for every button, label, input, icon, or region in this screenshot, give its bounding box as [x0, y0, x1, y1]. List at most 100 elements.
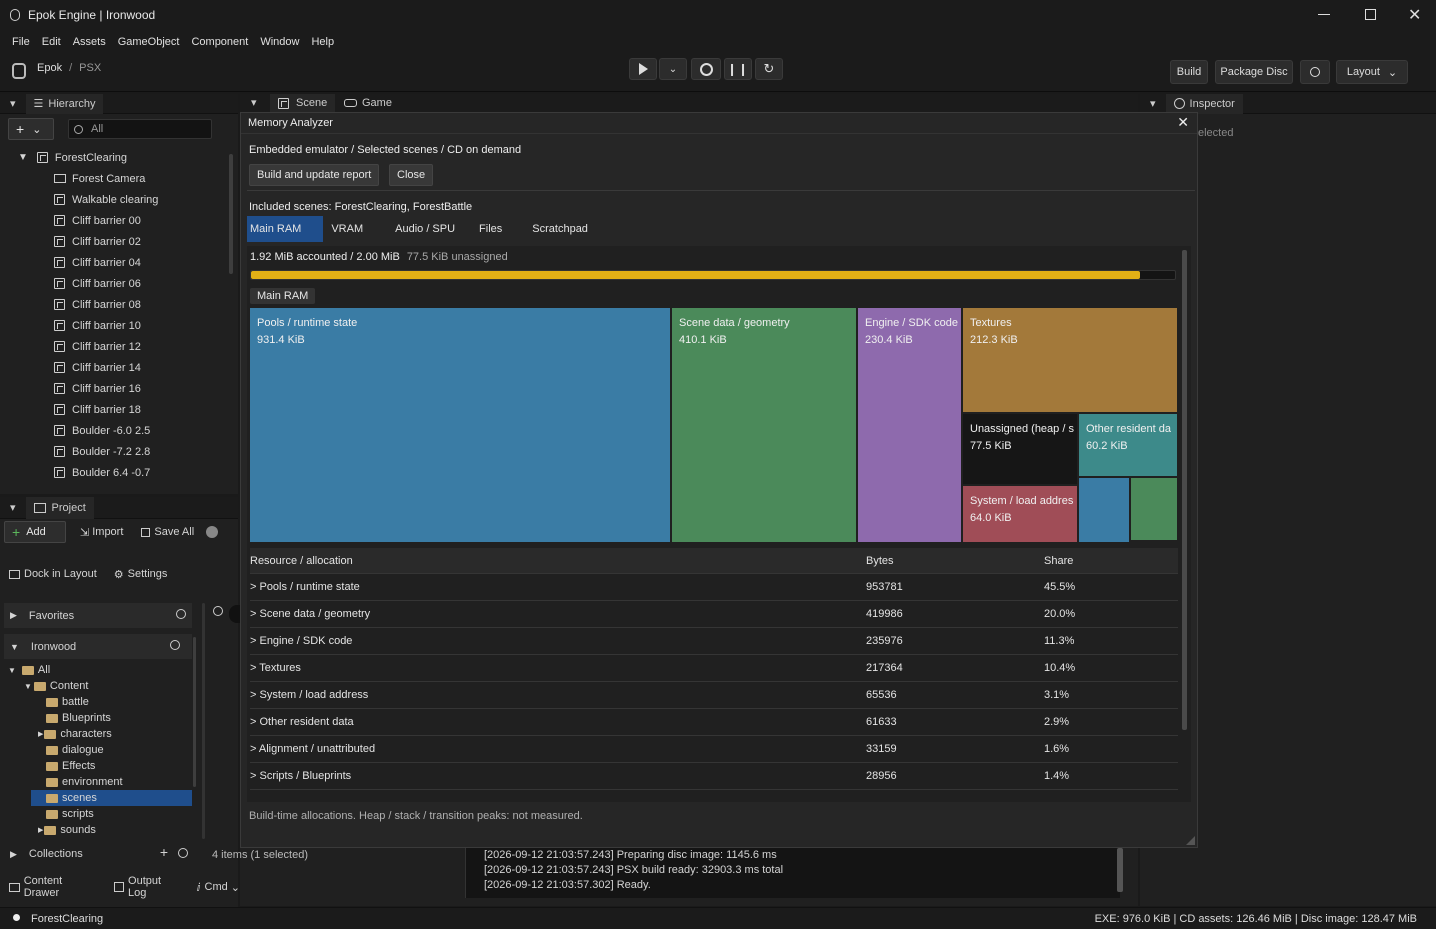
- pause-button[interactable]: ❙❙: [724, 58, 752, 80]
- menu-gameobject[interactable]: GameObject: [118, 36, 180, 48]
- hierarchy-scrollbar[interactable]: [229, 154, 233, 274]
- add-circle-icon[interactable]: [206, 526, 219, 538]
- tree-item-folder[interactable]: battle: [8, 694, 192, 710]
- step-button[interactable]: ↻: [755, 58, 783, 80]
- add-asset-button[interactable]: + Add: [4, 521, 66, 543]
- package-disc-button[interactable]: Package Disc: [1215, 60, 1293, 84]
- tree-item-folder-selected[interactable]: scenes: [31, 790, 192, 806]
- tab-hierarchy[interactable]: ☰ Hierarchy: [25, 93, 104, 114]
- resize-grip-icon[interactable]: [1186, 836, 1195, 845]
- tree-item-folder[interactable]: environment: [8, 774, 192, 790]
- collections-header[interactable]: ▶ Collections +: [4, 842, 198, 866]
- build-update-report-button[interactable]: Build and update report: [249, 164, 380, 186]
- favorites-header[interactable]: ▶ Favorites: [4, 603, 192, 628]
- panel-menu-icon[interactable]: ▾: [1150, 97, 1156, 110]
- cmd-dropdown[interactable]: ⅈ Cmd ⌄: [197, 881, 240, 894]
- content-area-search[interactable]: [205, 603, 241, 627]
- hierarchy-item[interactable]: Cliff barrier 00: [54, 210, 238, 231]
- column-header-share[interactable]: Share: [1044, 555, 1164, 567]
- hierarchy-item[interactable]: Cliff barrier 12: [54, 336, 238, 357]
- tree-item-folder[interactable]: ▶ characters: [8, 726, 192, 742]
- tab-main-ram[interactable]: Main RAM: [247, 216, 324, 242]
- panel-menu-icon[interactable]: ▾: [10, 501, 16, 514]
- output-log-button[interactable]: Output Log: [114, 875, 180, 899]
- tree-item-folder[interactable]: Blueprints: [8, 710, 192, 726]
- hierarchy-item[interactable]: Cliff barrier 08: [54, 294, 238, 315]
- content-drawer-button[interactable]: Content Drawer: [9, 875, 98, 899]
- hierarchy-item[interactable]: Cliff barrier 14: [54, 357, 238, 378]
- tree-item-folder[interactable]: Effects: [8, 758, 192, 774]
- treemap-cell-textures[interactable]: Textures 212.3 KiB: [963, 308, 1179, 414]
- hierarchy-item[interactable]: Forest Camera: [54, 168, 238, 189]
- table-row[interactable]: > Pools / runtime state 953781 45.5%: [250, 574, 1178, 601]
- table-row[interactable]: > Alignment / unattributed 33159 1.6%: [250, 736, 1178, 763]
- tab-game[interactable]: Game: [336, 94, 400, 112]
- treemap-cell-unassigned[interactable]: Unassigned (heap / s 77.5 KiB: [963, 414, 1079, 486]
- minimize-button[interactable]: [1318, 14, 1330, 15]
- hierarchy-search[interactable]: All: [68, 119, 212, 139]
- tab-files[interactable]: Files: [473, 216, 508, 242]
- hierarchy-root[interactable]: ▼ ForestClearing: [18, 147, 238, 168]
- hierarchy-item[interactable]: Walkable clearing: [54, 189, 238, 210]
- tab-vram[interactable]: VRAM: [325, 216, 369, 242]
- menu-assets[interactable]: Assets: [73, 36, 106, 48]
- maximize-button[interactable]: [1365, 9, 1376, 20]
- treemap-cell-small-a[interactable]: [1079, 478, 1131, 544]
- settings-button[interactable]: ⚙ Settings: [114, 568, 168, 581]
- hierarchy-item[interactable]: Cliff barrier 10: [54, 315, 238, 336]
- search-icon[interactable]: [170, 640, 180, 650]
- menu-component[interactable]: Component: [191, 36, 248, 48]
- panel-menu-icon[interactable]: ▾: [10, 97, 16, 110]
- memory-content-scrollbar[interactable]: [1182, 250, 1187, 730]
- table-row[interactable]: > Textures 217364 10.4%: [250, 655, 1178, 682]
- import-button[interactable]: ⇲ Import: [80, 526, 123, 539]
- treemap-cell-scene-data[interactable]: Scene data / geometry 410.1 KiB: [672, 308, 858, 544]
- project-tree-scrollbar[interactable]: [193, 637, 196, 787]
- ironwood-header[interactable]: ▼ Ironwood: [4, 634, 192, 659]
- hierarchy-item[interactable]: Cliff barrier 06: [54, 273, 238, 294]
- tab-project[interactable]: Project: [25, 496, 94, 519]
- profile-button[interactable]: [691, 58, 721, 80]
- hierarchy-item[interactable]: Cliff barrier 16: [54, 378, 238, 399]
- log-scrollbar[interactable]: [1117, 848, 1123, 892]
- treemap-cell-small-b[interactable]: [1131, 478, 1179, 542]
- menu-window[interactable]: Window: [260, 36, 299, 48]
- tree-item-folder[interactable]: ▶ sounds: [8, 822, 192, 838]
- play-button[interactable]: [629, 58, 657, 80]
- treemap-cell-system[interactable]: System / load addres 64.0 KiB: [963, 486, 1079, 544]
- table-row[interactable]: > System / load address 65536 3.1%: [250, 682, 1178, 709]
- treemap-cell-engine[interactable]: Engine / SDK code 230.4 KiB: [858, 308, 963, 544]
- menu-file[interactable]: File: [12, 36, 30, 48]
- close-window-button[interactable]: ✕: [1408, 5, 1421, 25]
- column-header-resource[interactable]: Resource / allocation: [250, 555, 866, 567]
- hierarchy-item[interactable]: Cliff barrier 18: [54, 399, 238, 420]
- tree-item-all[interactable]: ▼ All: [8, 662, 192, 678]
- play-options-button[interactable]: ⌄: [659, 58, 687, 80]
- search-icon[interactable]: [176, 609, 186, 619]
- save-all-button[interactable]: Save All: [141, 526, 194, 538]
- tab-scene[interactable]: Scene: [270, 94, 336, 112]
- table-row[interactable]: > Engine / SDK code 235976 11.3%: [250, 628, 1178, 655]
- tab-inspector[interactable]: Inspector: [1165, 93, 1243, 114]
- column-header-bytes[interactable]: Bytes: [866, 555, 1044, 567]
- plus-icon[interactable]: +: [160, 844, 168, 860]
- breadcrumb-leaf[interactable]: PSX: [79, 62, 101, 74]
- tree-item-folder[interactable]: dialogue: [8, 742, 192, 758]
- tree-item-folder[interactable]: scripts: [8, 806, 192, 822]
- panel-menu-icon[interactable]: ▾: [251, 96, 257, 109]
- hierarchy-item[interactable]: Cliff barrier 04: [54, 252, 238, 273]
- build-button[interactable]: Build: [1170, 60, 1208, 84]
- hierarchy-item[interactable]: Cliff barrier 02: [54, 231, 238, 252]
- treemap-cell-pools[interactable]: Pools / runtime state 931.4 KiB: [250, 308, 672, 544]
- close-dialog-button[interactable]: ✕: [1177, 114, 1189, 131]
- hierarchy-item[interactable]: Boulder -6.0 2.5: [54, 420, 238, 441]
- hierarchy-item[interactable]: Boulder -7.2 2.8: [54, 441, 238, 462]
- table-row[interactable]: > Scene data / geometry 419986 20.0%: [250, 601, 1178, 628]
- tab-scratchpad[interactable]: Scratchpad: [526, 216, 594, 242]
- layout-dropdown[interactable]: Layout ⌄: [1336, 60, 1408, 84]
- treemap-cell-other-resident[interactable]: Other resident da 60.2 KiB: [1079, 414, 1179, 478]
- menu-edit[interactable]: Edit: [42, 36, 61, 48]
- tab-audio-spu[interactable]: Audio / SPU: [389, 216, 461, 242]
- menu-help[interactable]: Help: [311, 36, 334, 48]
- search-icon[interactable]: [178, 848, 188, 858]
